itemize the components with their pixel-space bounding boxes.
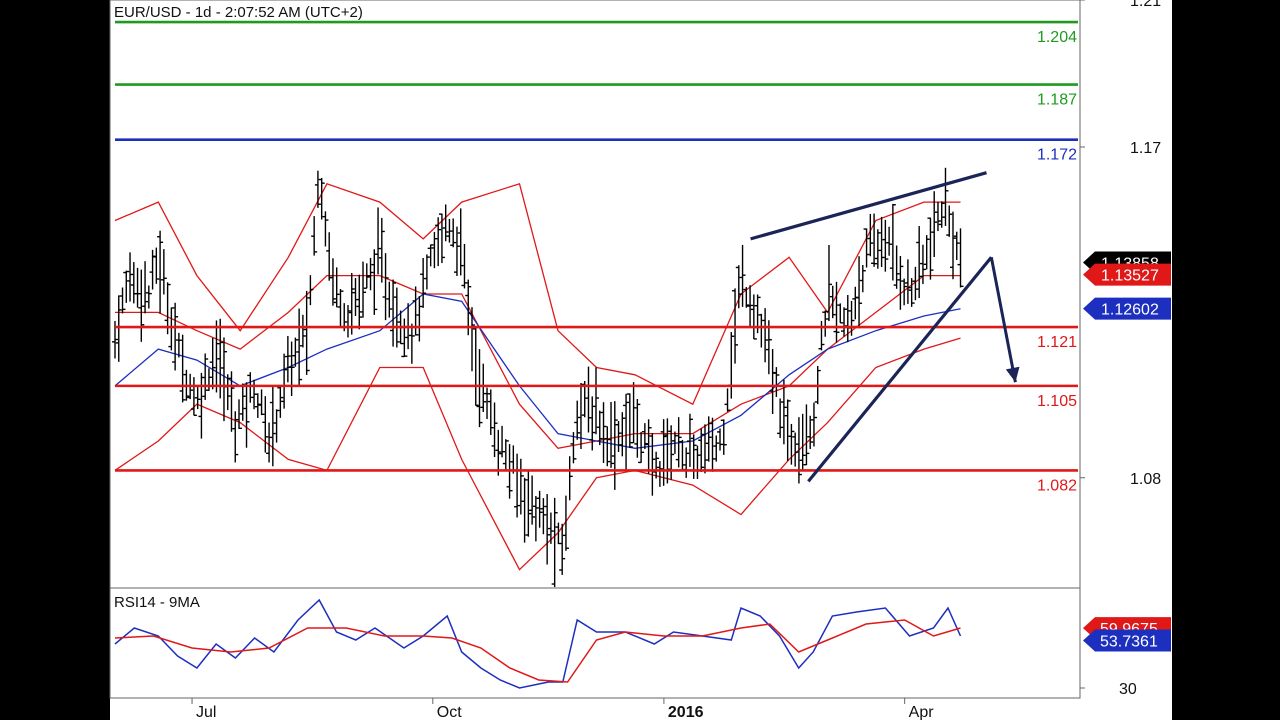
chart-title: EUR/USD - 1d - 2:07:52 AM (UTC+2) bbox=[114, 4, 363, 21]
x-tick-label: 2016 bbox=[668, 704, 704, 720]
level-label-1.172: 1.172 bbox=[1037, 147, 1077, 164]
price-tag-1.13527: 1.13527 bbox=[1083, 263, 1171, 286]
level-label-1.121: 1.121 bbox=[1037, 334, 1077, 351]
rsi-value-tags: 59.967553.7361 bbox=[1083, 617, 1171, 652]
x-tick-label: Apr bbox=[909, 704, 935, 720]
chart-canvas bbox=[110, 0, 1172, 720]
y-tick-label: 1.08 bbox=[1130, 471, 1161, 488]
rsi-y-tick-label: 30 bbox=[1119, 681, 1137, 698]
level-label-1.187: 1.187 bbox=[1037, 92, 1077, 109]
svg-text:1.12602: 1.12602 bbox=[1101, 302, 1159, 319]
y-tick-label: 1.21 bbox=[1130, 0, 1161, 10]
level-label-1.204: 1.204 bbox=[1037, 29, 1077, 46]
price-tags: 1.138581.135271.12602 bbox=[1083, 251, 1171, 320]
x-tick-label: Oct bbox=[437, 704, 462, 720]
level-label-1.105: 1.105 bbox=[1037, 393, 1077, 410]
rsi-title: RSI14 - 9MA bbox=[114, 594, 200, 611]
rsi-value-tag-53.7361: 53.7361 bbox=[1083, 629, 1171, 652]
price-tag-1.12602: 1.12602 bbox=[1083, 297, 1171, 320]
svg-text:1.13527: 1.13527 bbox=[1101, 268, 1159, 285]
y-tick-label: 1.17 bbox=[1130, 140, 1161, 157]
level-label-1.082: 1.082 bbox=[1037, 477, 1077, 494]
chart-svg: 1.204 1.187 1.172 1.121 1.105 1.082 1.21 1.17 1… bbox=[0, 0, 1280, 720]
x-tick-label: Jul bbox=[196, 704, 216, 720]
svg-text:53.7361: 53.7361 bbox=[1100, 634, 1158, 651]
